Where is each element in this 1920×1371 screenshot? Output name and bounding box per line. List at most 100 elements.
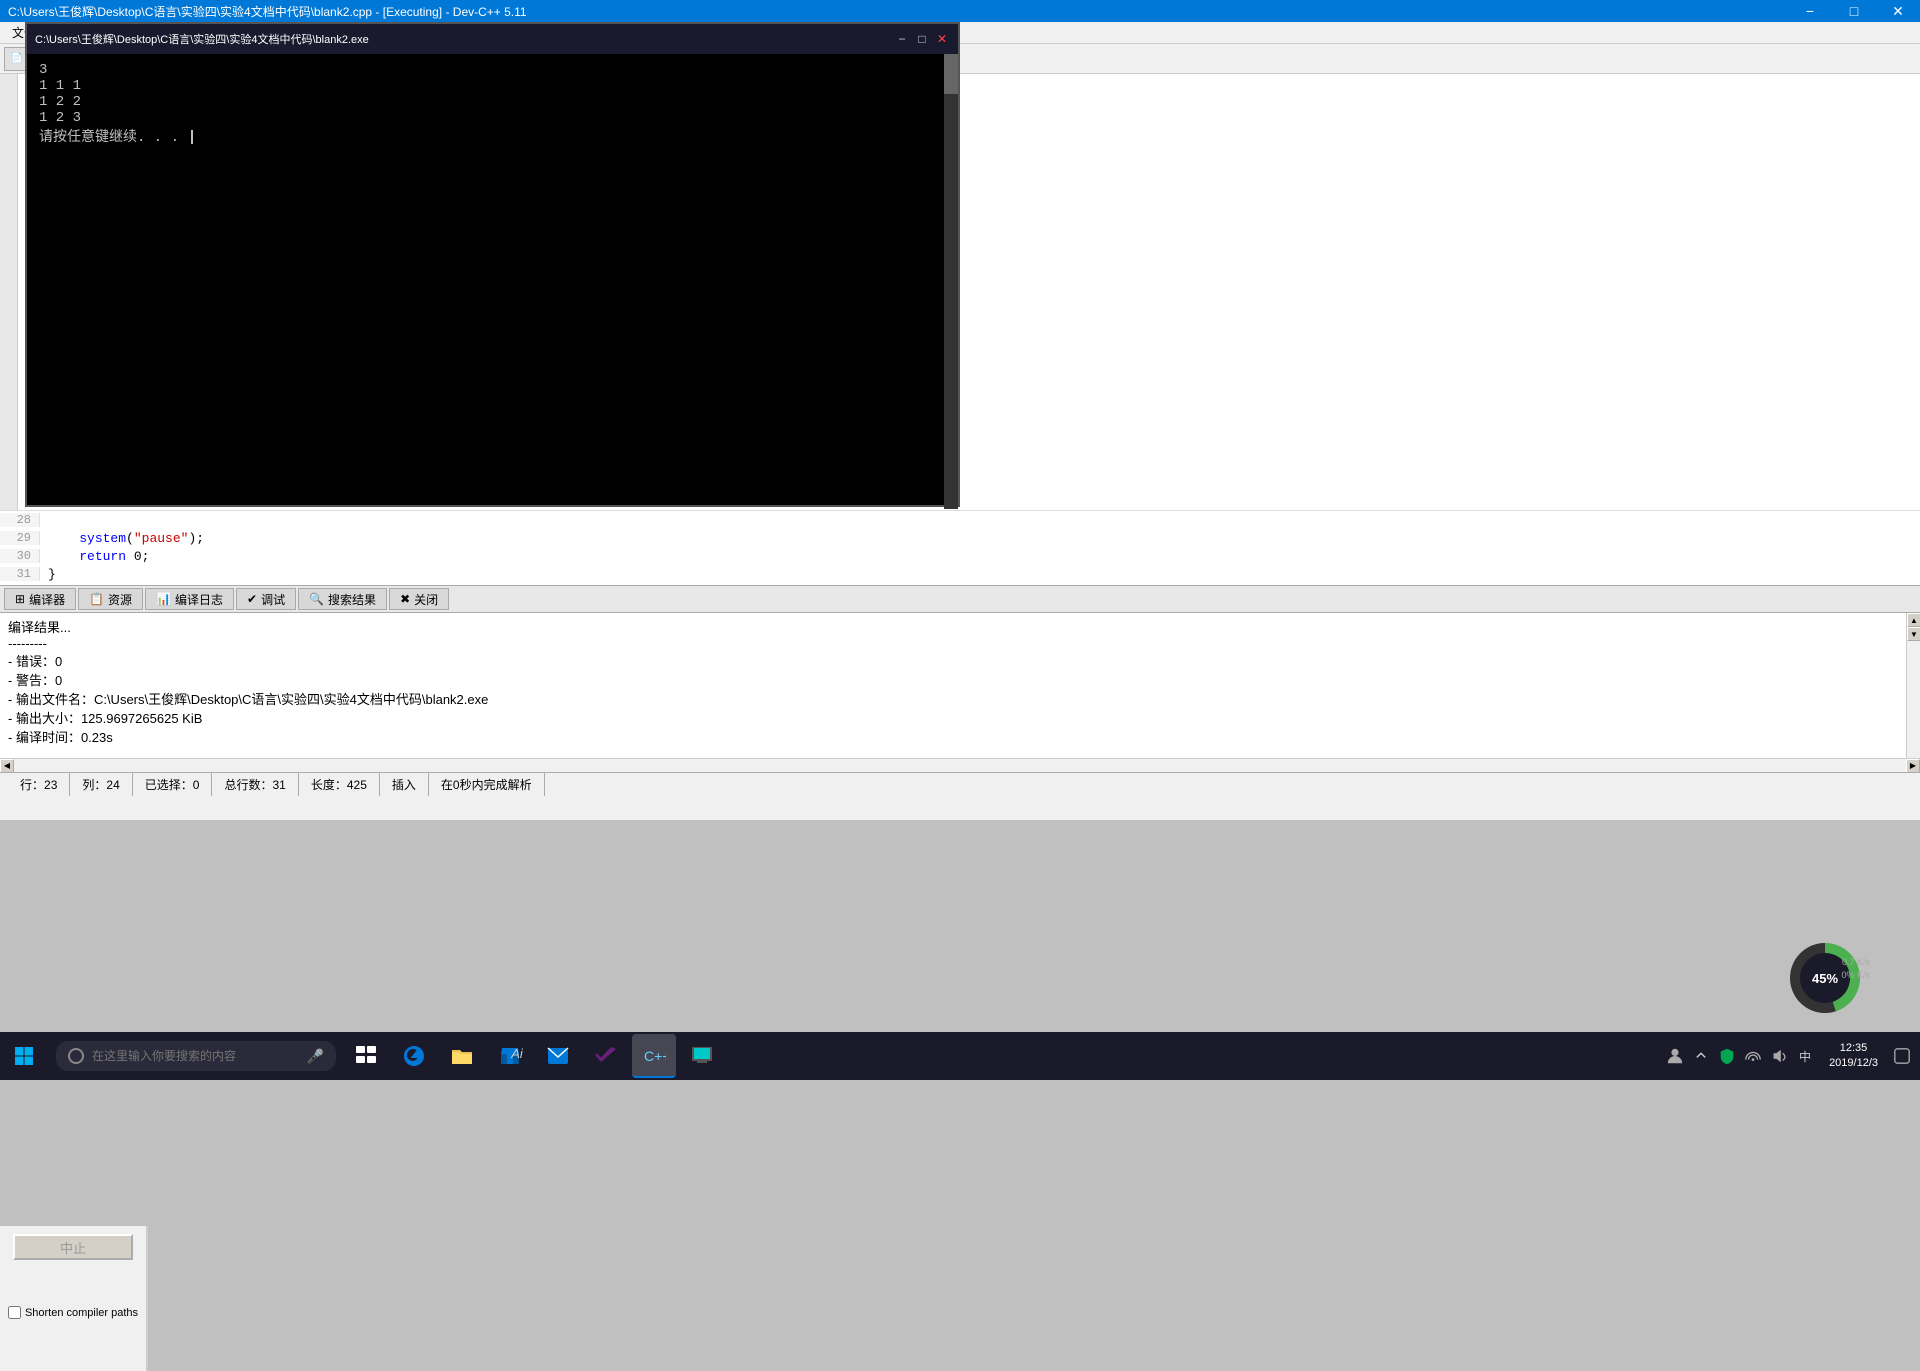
edge-svg <box>402 1044 426 1068</box>
gauge-up-speed: 0.7 K/s <box>1841 956 1870 969</box>
tab-compiler[interactable]: ⊞ 编译器 <box>4 588 76 610</box>
vs-svg <box>594 1044 618 1068</box>
edge-icon[interactable] <box>392 1034 436 1078</box>
search-bar[interactable]: 🎤 <box>56 1041 336 1071</box>
horiz-scroll-right-btn[interactable]: ▶ <box>1906 759 1920 773</box>
ime-label: 中 <box>1799 1048 1811 1065</box>
person-icon-svg <box>1666 1047 1684 1065</box>
system-tray: 中 12:35 2019/12/3 <box>1657 1032 1920 1080</box>
taskview-icon[interactable] <box>344 1034 388 1078</box>
left-panel <box>0 74 18 584</box>
microphone-icon[interactable]: 🎤 <box>307 1048 324 1065</box>
console-dialog: C:\Users\王俊辉\Desktop\C语言\实验四\实验4文档中代码\bl… <box>25 22 960 507</box>
notification-icon <box>1893 1047 1911 1065</box>
mail-icon[interactable] <box>536 1034 580 1078</box>
console-output: 3 1 1 1 1 2 2 1 2 3 请按任意键继续. . . <box>27 54 958 505</box>
code-line-29: 29 system("pause"); <box>0 529 1920 547</box>
search-input[interactable] <box>92 1049 299 1063</box>
start-button[interactable] <box>0 1032 48 1080</box>
ai-label-area: Ai <box>492 1034 542 1073</box>
compiler-output-line-1: - 警告：0 <box>8 670 488 689</box>
search-circle-icon <box>68 1048 84 1064</box>
shield-tray-icon[interactable] <box>1717 1046 1737 1066</box>
console-line-5: 请按任意键继续. . . <box>39 126 946 146</box>
shield-icon <box>1718 1047 1736 1065</box>
close-btn[interactable]: ✕ <box>1876 0 1920 22</box>
console-line-1: 3 <box>39 62 946 78</box>
console-line-4: 1 2 3 <box>39 110 946 126</box>
tab-compile-log-label: 编译日志 <box>175 591 223 608</box>
console-window-buttons: − □ ✕ <box>894 31 950 47</box>
tab-debug[interactable]: ✔ 调试 <box>236 588 296 610</box>
tab-resources[interactable]: 📋 资源 <box>78 588 143 610</box>
shorten-label: Shorten compiler paths <box>25 1307 138 1319</box>
chevron-up-icon <box>1694 1049 1708 1063</box>
shorten-checkbox-row: Shorten compiler paths <box>8 1306 138 1319</box>
compiler-scrollbar-right[interactable]: ▲ ▼ <box>1906 613 1920 758</box>
monitor-svg <box>690 1044 714 1068</box>
tab-close[interactable]: ✖ 关闭 <box>389 588 449 610</box>
cursor-blink <box>191 130 193 144</box>
file-explorer-svg <box>450 1044 474 1068</box>
tab-search-icon: 🔍 <box>309 592 324 606</box>
network-tray-icon[interactable] <box>1743 1046 1763 1066</box>
shorten-checkbox[interactable] <box>8 1306 21 1319</box>
ai-label: Ai <box>511 1046 523 1061</box>
status-length: 长度： 425 <box>299 773 380 796</box>
tab-resources-label: 资源 <box>108 591 132 608</box>
tab-debug-label: 调试 <box>261 591 285 608</box>
devcpp-icon[interactable]: C++ <box>632 1034 676 1078</box>
console-scrollbar-thumb[interactable] <box>944 54 958 94</box>
minimize-btn[interactable]: − <box>1788 0 1832 22</box>
taskview-svg <box>354 1044 378 1068</box>
compiler-scroll-down[interactable]: ▼ <box>1907 627 1920 641</box>
code-line-31: 31 } <box>0 565 1920 583</box>
clock-area[interactable]: 12:35 2019/12/3 <box>1821 1041 1886 1072</box>
console-line-3: 1 2 2 <box>39 94 946 110</box>
gauge-down-speed: 0% K/s <box>1841 969 1870 982</box>
console-scrollbar[interactable] <box>944 54 958 509</box>
taskbar: 🎤 <box>0 1032 1920 1080</box>
tab-compile-log-icon: 📊 <box>156 592 171 606</box>
compiler-output-line-3: - 输出大小：125.9697265625 KiB <box>8 708 488 727</box>
console-close-btn[interactable]: ✕ <box>934 31 950 47</box>
console-titlebar: C:\Users\王俊辉\Desktop\C语言\实验四\实验4文档中代码\bl… <box>27 24 958 54</box>
abort-area: 中止 Shorten compiler paths <box>0 1226 148 1371</box>
status-row: 行： 23 <box>8 773 70 796</box>
status-parse: 在0秒内完成解析 <box>429 773 545 796</box>
tab-close-icon: ✖ <box>400 592 410 606</box>
tab-compile-log[interactable]: 📊 编译日志 <box>145 588 234 610</box>
horiz-scroll-left-btn[interactable]: ◀ <box>0 759 14 773</box>
console-minimize-btn[interactable]: − <box>894 31 910 47</box>
vs-icon[interactable] <box>584 1034 628 1078</box>
file-explorer-icon[interactable] <box>440 1034 484 1078</box>
compiler-output-text: 编译结果... --------- - 错误：0 - 警告：0 - 输出文件名：… <box>0 613 496 758</box>
cpu-gauge: 45% 0.7 K/s 0% K/s <box>1790 948 1870 1008</box>
speaker-icon <box>1770 1047 1788 1065</box>
tab-search[interactable]: 🔍 搜索结果 <box>298 588 387 610</box>
tab-compiler-label: 编译器 <box>29 591 65 608</box>
compiler-output-line-4: - 编译时间：0.23s <box>8 727 488 746</box>
horizontal-scrollbar: ◀ ▶ <box>0 758 1920 772</box>
person-tray-icon[interactable] <box>1665 1046 1685 1066</box>
ime-tray-icon[interactable]: 中 <box>1795 1046 1815 1066</box>
abort-button[interactable]: 中止 <box>13 1234 133 1260</box>
monitor-icon[interactable] <box>680 1034 724 1078</box>
show-hidden-tray-icon[interactable] <box>1691 1046 1711 1066</box>
bottom-tabs-bar: ⊞ 编译器 📋 资源 📊 编译日志 ✔ 调试 🔍 搜索结果 ✖ 关闭 <box>0 585 1920 613</box>
status-col: 列： 24 <box>70 773 132 796</box>
gauge-stats: 0.7 K/s 0% K/s <box>1841 956 1870 981</box>
code-line-28: 28 <box>0 511 1920 529</box>
compiler-output-line-0: - 错误：0 <box>8 651 488 670</box>
compiler-scroll-up[interactable]: ▲ <box>1907 613 1920 627</box>
cpu-gauge-container: 45% 0.7 K/s 0% K/s <box>1790 948 1870 1028</box>
speaker-tray-icon[interactable] <box>1769 1046 1789 1066</box>
tab-debug-icon: ✔ <box>247 592 257 606</box>
maximize-btn[interactable]: □ <box>1832 0 1876 22</box>
ide-titlebar: C:\Users\王俊辉\Desktop\C语言\实验四\实验4文档中代码\bl… <box>0 0 1920 22</box>
code-line-30: 30 return 0; <box>0 547 1920 565</box>
notification-tray-icon[interactable] <box>1892 1046 1912 1066</box>
console-maximize-btn[interactable]: □ <box>914 31 930 47</box>
clock-time: 12:35 <box>1840 1041 1868 1056</box>
devcpp-svg: C++ <box>642 1043 666 1067</box>
